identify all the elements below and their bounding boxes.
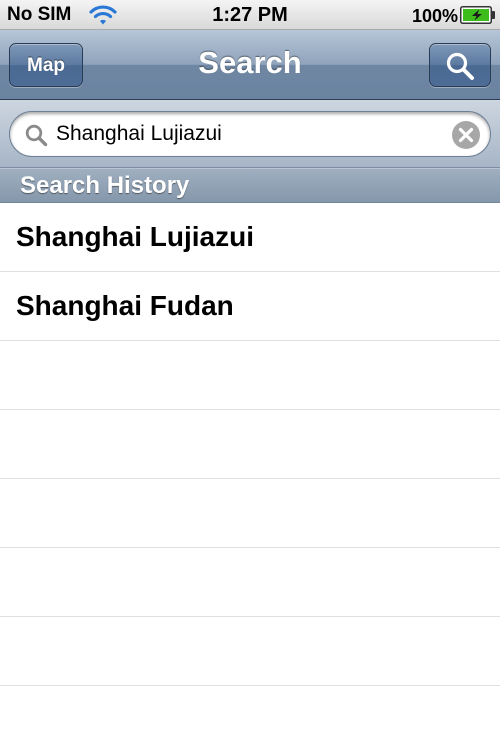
history-item[interactable]: Shanghai Lujiazui	[0, 203, 500, 272]
history-item-label: Shanghai Fudan	[16, 290, 234, 321]
empty-row	[0, 548, 500, 617]
magnifier-icon	[24, 123, 48, 147]
history-item-label: Shanghai Lujiazui	[16, 221, 255, 252]
clear-icon[interactable]	[451, 120, 481, 150]
search-history-list: Shanghai Lujiazui Shanghai Fudan	[0, 203, 500, 750]
search-bar	[0, 100, 500, 168]
empty-row	[0, 341, 500, 410]
search-screen: No SIM 1:27 PM 100% Map Search Shanghai …	[0, 0, 500, 750]
empty-row	[0, 410, 500, 479]
battery-charging-icon	[460, 6, 496, 24]
section-title: Search History	[20, 172, 190, 199]
empty-row	[0, 617, 500, 686]
search-input[interactable]	[56, 119, 446, 149]
page-title: Search	[198, 45, 302, 80]
empty-row	[0, 686, 500, 750]
empty-row	[0, 479, 500, 548]
search-button[interactable]	[429, 43, 491, 87]
section-header: Search History	[0, 168, 500, 203]
status-bar: No SIM 1:27 PM 100%	[0, 0, 500, 30]
search-field[interactable]	[9, 111, 491, 157]
history-item[interactable]: Shanghai Fudan	[0, 272, 500, 341]
navigation-bar: Map Search	[0, 30, 500, 100]
battery-percent: 100%	[411, 6, 458, 26]
search-icon	[446, 52, 474, 80]
